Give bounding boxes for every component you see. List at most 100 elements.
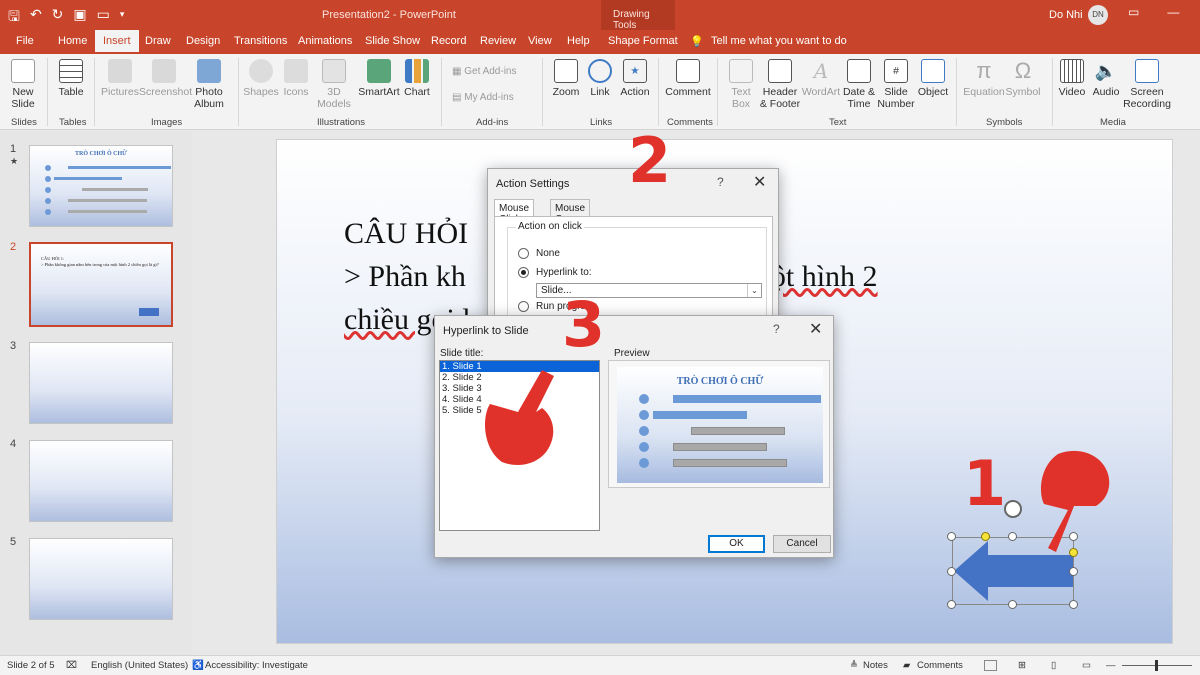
resize-handle[interactable] bbox=[1008, 532, 1017, 541]
action-button[interactable]: ★ Action bbox=[618, 59, 652, 98]
cancel-button[interactable]: Cancel bbox=[773, 535, 831, 553]
thumbnail-slide-1[interactable]: TRÒ CHƠI Ô CHỮ bbox=[29, 145, 173, 227]
tab-insert[interactable]: Insert bbox=[95, 30, 139, 54]
ok-button[interactable]: OK bbox=[708, 535, 765, 553]
reading-view-icon[interactable]: ▯ bbox=[1051, 660, 1056, 671]
audio-button[interactable]: 🔈 Audio bbox=[1090, 59, 1122, 98]
row-marker bbox=[45, 198, 51, 204]
radio-hyperlink[interactable] bbox=[518, 267, 529, 278]
spelling-icon[interactable]: ⌧ bbox=[66, 660, 77, 671]
date-time-button[interactable]: Date & Time bbox=[842, 59, 876, 110]
wordart-button[interactable]: A WordArt bbox=[801, 59, 841, 98]
tab-file[interactable]: File bbox=[16, 35, 34, 47]
thumbnail-slide-4[interactable] bbox=[29, 440, 173, 522]
tab-mouse-click[interactable]: Mouse Click bbox=[494, 199, 535, 225]
slideshow-icon[interactable]: ▭ bbox=[1082, 660, 1091, 671]
radio-run-program[interactable] bbox=[518, 301, 529, 312]
3d-models-button[interactable]: 3D Models bbox=[313, 59, 355, 110]
tab-help[interactable]: Help bbox=[567, 35, 590, 47]
word-row bbox=[54, 177, 122, 180]
tab-view[interactable]: View bbox=[528, 35, 552, 47]
pictures-icon bbox=[108, 59, 132, 83]
tab-record[interactable]: Record bbox=[431, 35, 466, 47]
language[interactable]: English (United States) bbox=[91, 660, 188, 671]
save-icon[interactable]: 🖫 bbox=[8, 6, 20, 30]
tab-review[interactable]: Review bbox=[480, 35, 516, 47]
tab-animations[interactable]: Animations bbox=[298, 35, 352, 47]
slide-sorter-icon[interactable]: ⊞ bbox=[1018, 660, 1026, 671]
my-addins-button[interactable]: ▤ My Add-ins bbox=[452, 92, 514, 103]
text-box-icon bbox=[729, 59, 753, 83]
slide-number-button[interactable]: # Slide Number bbox=[876, 59, 916, 110]
zoom-out-icon[interactable]: — bbox=[1106, 660, 1116, 671]
close-button[interactable]: ✕ bbox=[809, 319, 822, 339]
thumbnail-slide-3[interactable] bbox=[29, 342, 173, 424]
resize-handle[interactable] bbox=[1069, 567, 1078, 576]
customize-toolbar-icon[interactable]: ▾ bbox=[120, 9, 125, 30]
tab-home[interactable]: Home bbox=[58, 35, 87, 47]
screenshot-button[interactable]: Screenshot bbox=[139, 59, 192, 98]
resize-handle[interactable] bbox=[1008, 600, 1017, 609]
slide-count[interactable]: Slide 2 of 5 bbox=[7, 660, 55, 671]
smartart-button[interactable]: SmartArt bbox=[357, 59, 401, 98]
radio-none[interactable] bbox=[518, 248, 529, 259]
get-addins-button[interactable]: ▦ Get Add-ins bbox=[452, 66, 517, 77]
zoom-button[interactable]: Zoom bbox=[549, 59, 583, 98]
redo-icon[interactable]: ↻ bbox=[52, 6, 64, 30]
presenter-icon[interactable]: ▣ bbox=[73, 6, 86, 30]
adjust-handle[interactable] bbox=[981, 532, 990, 541]
photo-album-button[interactable]: Photo Album bbox=[189, 59, 229, 110]
accessibility-status[interactable]: Accessibility: Investigate bbox=[205, 660, 308, 671]
comment-button[interactable]: Comment bbox=[664, 59, 712, 98]
help-button[interactable]: ? bbox=[773, 322, 780, 336]
text-box-button[interactable]: Text Box bbox=[724, 59, 758, 110]
avatar[interactable]: DN bbox=[1088, 5, 1108, 25]
new-slide-button[interactable]: New Slide bbox=[6, 59, 40, 110]
minimize-icon[interactable]: — bbox=[1167, 5, 1179, 19]
normal-view-icon[interactable] bbox=[984, 660, 997, 671]
resize-handle[interactable] bbox=[947, 532, 956, 541]
table-button[interactable]: Table bbox=[55, 59, 87, 98]
header-footer-button[interactable]: Header & Footer bbox=[759, 59, 801, 110]
resize-handle[interactable] bbox=[1069, 600, 1078, 609]
resize-handle[interactable] bbox=[947, 600, 956, 609]
notes-button[interactable]: Notes bbox=[863, 660, 888, 671]
resize-handle[interactable] bbox=[947, 567, 956, 576]
link-button[interactable]: Link bbox=[586, 59, 614, 98]
ribbon-divider bbox=[238, 58, 239, 126]
rotate-icon[interactable] bbox=[1004, 500, 1022, 518]
screen-recording-button[interactable]: Screen Recording bbox=[1123, 59, 1171, 110]
tab-transitions[interactable]: Transitions bbox=[234, 35, 287, 47]
chart-button[interactable]: Chart bbox=[402, 59, 432, 98]
pictures-button[interactable]: Pictures bbox=[101, 59, 139, 98]
tab-shape-format[interactable]: Shape Format bbox=[608, 35, 678, 47]
symbol-button[interactable]: Ω Symbol bbox=[1004, 59, 1042, 99]
tab-design[interactable]: Design bbox=[186, 35, 220, 47]
wordart-icon: A bbox=[813, 59, 829, 83]
quick-access-toolbar: 🖫 ↶ ↻ ▣ ▭ ▾ bbox=[8, 6, 124, 30]
thumbnail-slide-5[interactable] bbox=[29, 538, 173, 620]
close-button[interactable]: ✕ bbox=[753, 172, 766, 192]
undo-icon[interactable]: ↶ bbox=[30, 6, 42, 30]
slide-title-label: Slide title: bbox=[440, 348, 484, 359]
window-controls: ▭ — bbox=[1128, 5, 1179, 19]
zoom-slider-thumb[interactable] bbox=[1155, 660, 1158, 671]
tab-draw[interactable]: Draw bbox=[145, 35, 171, 47]
ribbon-display-icon[interactable]: ▭ bbox=[1128, 5, 1139, 19]
object-button[interactable]: Object bbox=[916, 59, 950, 98]
equation-button[interactable]: π Equation bbox=[962, 59, 1006, 99]
video-button[interactable]: Video bbox=[1056, 59, 1088, 98]
tab-slide-show[interactable]: Slide Show bbox=[365, 35, 420, 47]
icons-button[interactable]: Icons bbox=[280, 59, 312, 98]
comments-button[interactable]: Comments bbox=[917, 660, 963, 671]
thumbnail-slide-2[interactable]: CÂU HỎI 1: > Phần không gian nằm bên tro… bbox=[29, 242, 173, 327]
pointing-hand-icon bbox=[485, 370, 554, 466]
slideshow-icon[interactable]: ▭ bbox=[97, 6, 110, 30]
thumbnail-text: CÂU HỎI 1: > Phần không gian nằm bên tro… bbox=[41, 256, 159, 267]
tab-mouse-over[interactable]: Mouse Over bbox=[550, 199, 591, 225]
row-marker bbox=[639, 426, 649, 436]
user-name[interactable]: Do Nhi bbox=[1049, 9, 1083, 21]
shapes-button[interactable]: Shapes bbox=[243, 59, 279, 98]
help-button[interactable]: ? bbox=[717, 175, 724, 189]
tell-me-search[interactable]: Tell me what you want to do bbox=[711, 35, 847, 47]
